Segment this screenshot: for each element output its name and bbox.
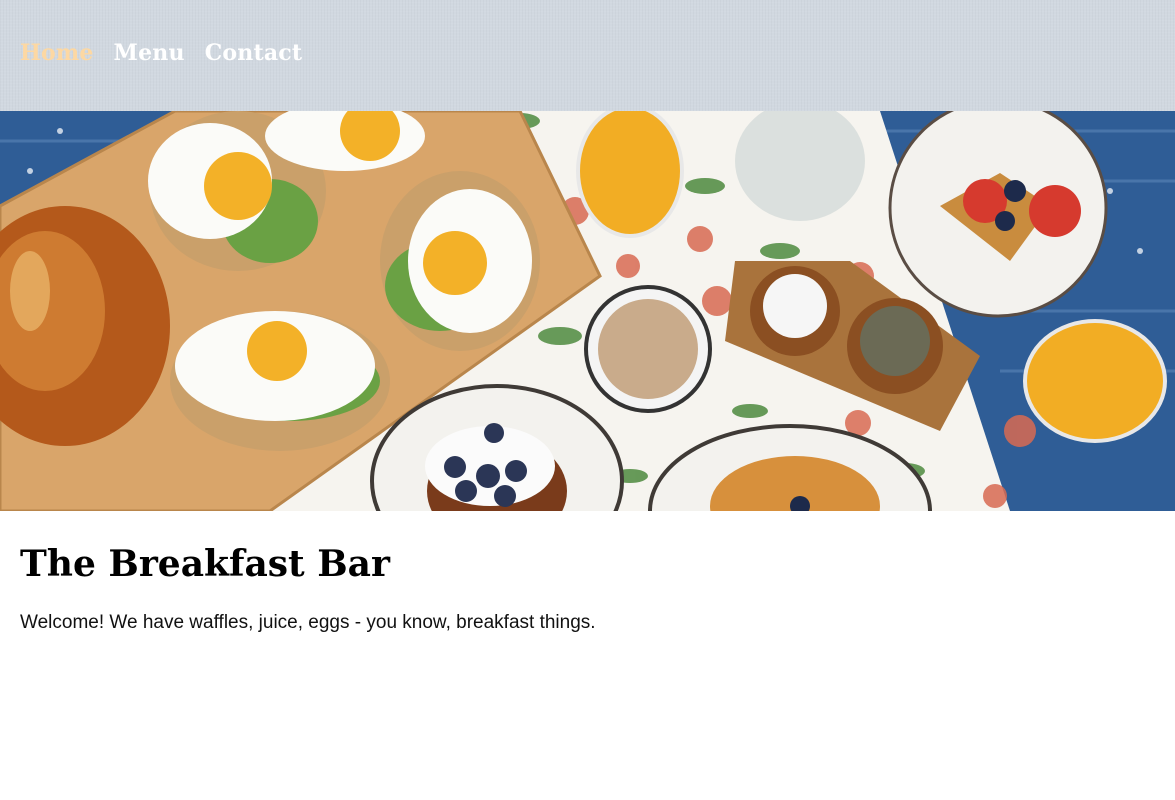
nav-link-menu[interactable]: Menu (114, 40, 185, 66)
nav-links: Home Menu Contact (20, 40, 302, 66)
nav-link-contact[interactable]: Contact (205, 40, 303, 66)
nav-link-home[interactable]: Home (20, 40, 94, 66)
main-content: The Breakfast Bar Welcome! We have waffl… (20, 540, 1155, 634)
welcome-text: Welcome! We have waffles, juice, eggs - … (20, 612, 596, 633)
hero-image (0, 111, 1175, 511)
nav-bar: Home Menu Contact (0, 0, 1175, 111)
page-title: The Breakfast Bar (20, 543, 390, 585)
